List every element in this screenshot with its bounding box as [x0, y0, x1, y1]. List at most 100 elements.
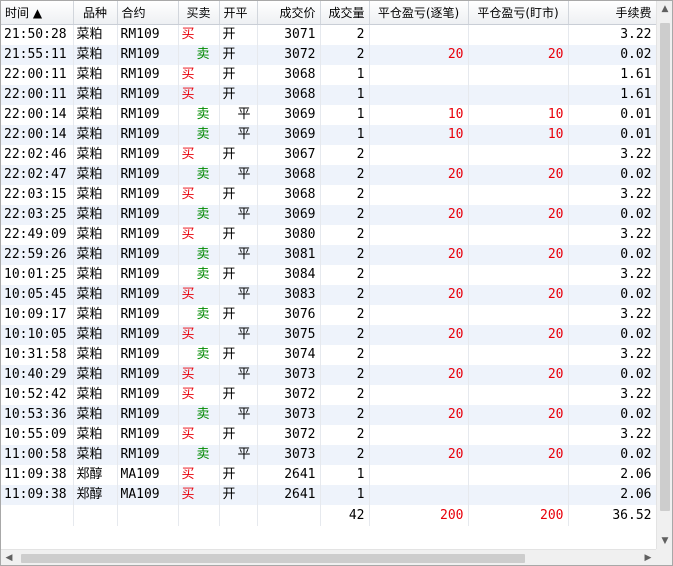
table-row[interactable]: 10:52:42 菜粕 RM109 买开 3072 2 3.22: [1, 385, 656, 405]
totals-empty-cell: [1, 505, 74, 526]
scroll-left-arrow-icon[interactable]: ◀: [1, 550, 17, 565]
table-row[interactable]: 10:10:05 菜粕 RM109 买平 3075 2 20 20 0.02: [1, 325, 656, 345]
table-row[interactable]: 22:02:46 菜粕 RM109 买开 3067 2 3.22: [1, 145, 656, 165]
cell-time: 10:09:17: [1, 305, 74, 325]
cell-product: 菜粕: [73, 285, 118, 305]
cell-product: 菜粕: [73, 205, 118, 225]
cell-side: 卖: [178, 205, 220, 225]
column-header-close-pnl-mark[interactable]: 平仓盈亏(盯市): [468, 1, 569, 25]
total-close-pnl-trade: 200: [369, 505, 469, 526]
cell-contract: RM109: [117, 165, 179, 185]
trade-table: 时间 ▲ 品种 合约 买卖 开平 成交价 成交量 平仓盈亏(逐笔) 平仓盈亏(盯…: [1, 1, 656, 526]
cell-fee: 0.01: [568, 105, 656, 125]
column-header-fee[interactable]: 手续费: [568, 1, 656, 25]
total-close-pnl-mark: 200: [468, 505, 569, 526]
table-row[interactable]: 22:59:26 菜粕 RM109 卖平 3081 2 20 20 0.02: [1, 245, 656, 265]
column-header-product[interactable]: 品种: [73, 1, 118, 25]
cell-close-pnl-mark: [468, 85, 569, 105]
cell-time: 21:50:28: [1, 24, 74, 45]
cell-open-close: 平: [219, 445, 258, 465]
scroll-down-arrow-icon[interactable]: ▼: [657, 533, 672, 549]
table-row[interactable]: 10:05:45 菜粕 RM109 买平 3083 2 20 20 0.02: [1, 285, 656, 305]
column-header-side[interactable]: 买卖: [178, 1, 220, 25]
table-row[interactable]: 22:49:09 菜粕 RM109 买开 3080 2 3.22: [1, 225, 656, 245]
trade-grid: 时间 ▲ 品种 合约 买卖 开平 成交价 成交量 平仓盈亏(逐笔) 平仓盈亏(盯…: [1, 1, 656, 549]
cell-open-close: 开: [219, 225, 258, 245]
table-row[interactable]: 22:00:11 菜粕 RM109 买开 3068 1 1.61: [1, 65, 656, 85]
cell-time: 22:03:25: [1, 205, 74, 225]
cell-open-close: 平: [219, 365, 258, 385]
table-row[interactable]: 10:55:09 菜粕 RM109 买开 3072 2 3.22: [1, 425, 656, 445]
cell-close-pnl-mark: 20: [468, 245, 569, 265]
table-row[interactable]: 22:00:14 菜粕 RM109 卖平 3069 1 10 10 0.01: [1, 125, 656, 145]
cell-product: 菜粕: [73, 165, 118, 185]
cell-open-close: 平: [219, 105, 258, 125]
column-header-open-close[interactable]: 开平: [219, 1, 258, 25]
cell-quantity: 2: [320, 45, 370, 65]
table-row[interactable]: 11:09:38 郑醇 MA109 买开 2641 1 2.06: [1, 485, 656, 505]
header-row: 时间 ▲ 品种 合约 买卖 开平 成交价 成交量 平仓盈亏(逐笔) 平仓盈亏(盯…: [1, 1, 656, 25]
table-row[interactable]: 11:09:38 郑醇 MA109 买开 2641 1 2.06: [1, 465, 656, 485]
cell-product: 菜粕: [73, 345, 118, 365]
cell-fee: 0.02: [568, 365, 656, 385]
cell-fee: 3.22: [568, 145, 656, 165]
column-header-price[interactable]: 成交价: [257, 1, 321, 25]
vertical-scrollbar[interactable]: ▲ ▼: [656, 1, 672, 549]
total-quantity: 42: [320, 505, 370, 526]
table-row[interactable]: 10:01:25 菜粕 RM109 卖开 3084 2 3.22: [1, 265, 656, 285]
table-row[interactable]: 10:53:36 菜粕 RM109 卖平 3073 2 20 20 0.02: [1, 405, 656, 425]
cell-open-close: 开: [219, 24, 258, 45]
cell-fee: 0.02: [568, 45, 656, 65]
cell-close-pnl-mark: [468, 305, 569, 325]
horizontal-scrollbar[interactable]: ◀ ▶: [1, 549, 656, 565]
cell-contract: RM109: [117, 305, 179, 325]
cell-price: 3068: [257, 65, 321, 85]
cell-product: 郑醇: [73, 465, 118, 485]
cell-product: 菜粕: [73, 245, 118, 265]
cell-close-pnl-trade: [369, 465, 469, 485]
table-row[interactable]: 10:09:17 菜粕 RM109 卖开 3076 2 3.22: [1, 305, 656, 325]
totals-empty-cell: [219, 505, 258, 526]
table-row[interactable]: 22:00:11 菜粕 RM109 买开 3068 1 1.61: [1, 85, 656, 105]
table-row[interactable]: 22:03:15 菜粕 RM109 买开 3068 2 3.22: [1, 185, 656, 205]
scroll-up-arrow-icon[interactable]: ▲: [657, 1, 672, 17]
column-header-close-pnl-trade[interactable]: 平仓盈亏(逐笔): [369, 1, 469, 25]
cell-contract: RM109: [117, 385, 179, 405]
table-row[interactable]: 21:50:28 菜粕 RM109 买开 3071 2 3.22: [1, 24, 656, 45]
cell-time: 10:10:05: [1, 325, 74, 345]
table-row[interactable]: 10:40:29 菜粕 RM109 买平 3073 2 20 20 0.02: [1, 365, 656, 385]
cell-close-pnl-mark: 20: [468, 45, 569, 65]
horizontal-scroll-thumb[interactable]: [21, 554, 525, 563]
cell-fee: 3.22: [568, 305, 656, 325]
cell-quantity: 2: [320, 225, 370, 245]
cell-side: 买: [178, 145, 220, 165]
table-row[interactable]: 22:02:47 菜粕 RM109 卖平 3068 2 20 20 0.02: [1, 165, 656, 185]
cell-time: 11:09:38: [1, 485, 74, 505]
table-row[interactable]: 10:31:58 菜粕 RM109 卖开 3074 2 3.22: [1, 345, 656, 365]
cell-close-pnl-mark: [468, 65, 569, 85]
cell-product: 菜粕: [73, 405, 118, 425]
cell-product: 郑醇: [73, 485, 118, 505]
cell-quantity: 2: [320, 445, 370, 465]
cell-contract: MA109: [117, 465, 179, 485]
cell-contract: RM109: [117, 45, 179, 65]
cell-contract: MA109: [117, 485, 179, 505]
cell-side: 买: [178, 65, 220, 85]
table-row[interactable]: 22:00:14 菜粕 RM109 卖平 3069 1 10 10 0.01: [1, 105, 656, 125]
cell-close-pnl-mark: [468, 465, 569, 485]
column-header-quantity[interactable]: 成交量: [320, 1, 370, 25]
scroll-right-arrow-icon[interactable]: ▶: [640, 550, 656, 565]
table-row[interactable]: 11:00:58 菜粕 RM109 卖平 3073 2 20 20 0.02: [1, 445, 656, 465]
table-row[interactable]: 21:55:11 菜粕 RM109 卖开 3072 2 20 20 0.02: [1, 45, 656, 65]
cell-side: 买: [178, 425, 220, 445]
cell-fee: 0.02: [568, 445, 656, 465]
cell-product: 菜粕: [73, 65, 118, 85]
cell-price: 3068: [257, 165, 321, 185]
cell-time: 22:00:14: [1, 105, 74, 125]
column-header-time[interactable]: 时间 ▲: [1, 1, 74, 25]
column-header-contract[interactable]: 合约: [117, 1, 179, 25]
vertical-scroll-thumb[interactable]: [660, 23, 670, 511]
table-row[interactable]: 22:03:25 菜粕 RM109 卖平 3069 2 20 20 0.02: [1, 205, 656, 225]
cell-contract: RM109: [117, 145, 179, 165]
cell-quantity: 2: [320, 185, 370, 205]
